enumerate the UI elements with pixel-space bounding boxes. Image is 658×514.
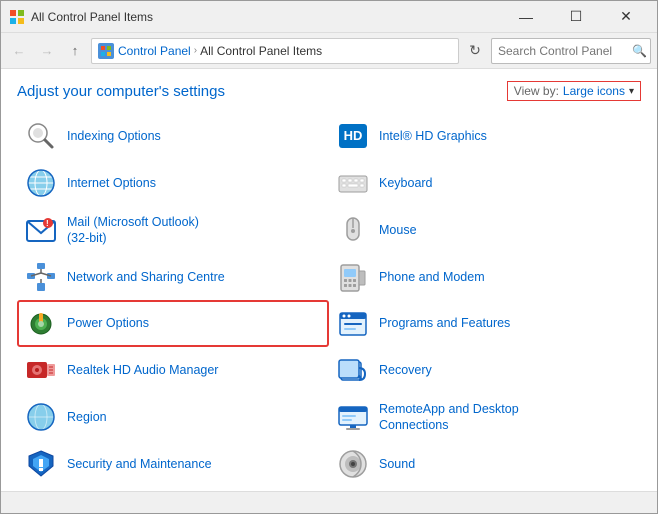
- search-input[interactable]: [491, 38, 651, 64]
- mail-label: Mail (Microsoft Outlook)(32-bit): [67, 214, 199, 247]
- mail-icon: !: [23, 212, 59, 248]
- content-header: Adjust your computer's settings View by:…: [1, 69, 657, 109]
- maximize-button[interactable]: ☐: [553, 2, 599, 32]
- internet-options-icon: [23, 165, 59, 201]
- minimize-button[interactable]: —: [503, 2, 549, 32]
- network-sharing-label: Network and Sharing Centre: [67, 269, 225, 285]
- network-sharing-icon: [23, 259, 59, 295]
- recovery-icon: [335, 352, 371, 388]
- region-icon: [23, 399, 59, 435]
- list-item[interactable]: Indexing Options: [17, 113, 329, 160]
- list-item[interactable]: HD Intel® HD Graphics: [329, 113, 641, 160]
- window-title: All Control Panel Items: [31, 10, 503, 24]
- svg-text:HD: HD: [344, 128, 363, 143]
- items-container: Indexing Options Interne: [1, 109, 657, 491]
- path-part-2: All Control Panel Items: [200, 44, 322, 58]
- power-options-icon: [23, 305, 59, 341]
- list-item[interactable]: Power Options: [17, 300, 329, 347]
- view-by-control[interactable]: View by: Large icons ▾: [507, 81, 641, 101]
- status-bar: [1, 491, 657, 513]
- address-bar: ← → ↑ Control Panel › All Control Panel …: [1, 33, 657, 69]
- refresh-button[interactable]: ↻: [463, 39, 487, 63]
- intel-hd-graphics-icon: HD: [335, 118, 371, 154]
- remoteapp-label: RemoteApp and DesktopConnections: [379, 401, 519, 434]
- address-path[interactable]: Control Panel › All Control Panel Items: [91, 38, 459, 64]
- indexing-options-label: Indexing Options: [67, 128, 161, 144]
- programs-features-label: Programs and Features: [379, 315, 510, 331]
- power-options-label: Power Options: [67, 315, 149, 331]
- region-label: Region: [67, 409, 107, 425]
- list-item[interactable]: Phone and Modem: [329, 253, 641, 300]
- main-window: All Control Panel Items — ☐ ✕ ← → ↑ Cont…: [0, 0, 658, 514]
- keyboard-label: Keyboard: [379, 175, 433, 191]
- phone-modem-label: Phone and Modem: [379, 269, 485, 285]
- internet-options-label: Internet Options: [67, 175, 156, 191]
- list-item[interactable]: Programs and Features: [329, 300, 641, 347]
- path-icon: [98, 43, 114, 59]
- up-button[interactable]: ↑: [63, 39, 87, 63]
- phone-modem-icon: [335, 259, 371, 295]
- list-item[interactable]: ! Mail (Microsoft Outlook)(32-bit): [17, 207, 329, 254]
- realtek-audio-icon: [23, 352, 59, 388]
- viewby-value: Large icons: [563, 84, 625, 98]
- path-part-1: Control Panel: [118, 44, 191, 58]
- security-maintenance-icon: [23, 446, 59, 482]
- intel-hd-graphics-label: Intel® HD Graphics: [379, 128, 487, 144]
- left-column: Indexing Options Interne: [17, 113, 329, 487]
- viewby-label: View by:: [514, 84, 559, 98]
- adjust-settings-text: Adjust your computer's settings: [17, 83, 225, 100]
- indexing-options-icon: [23, 118, 59, 154]
- back-button[interactable]: ←: [7, 39, 31, 63]
- remoteapp-icon: [335, 399, 371, 435]
- mouse-label: Mouse: [379, 222, 417, 238]
- list-item[interactable]: Recovery: [329, 347, 641, 394]
- mouse-icon: [335, 212, 371, 248]
- close-button[interactable]: ✕: [603, 2, 649, 32]
- content-area: Adjust your computer's settings View by:…: [1, 69, 657, 491]
- forward-button[interactable]: →: [35, 39, 59, 63]
- programs-features-icon: [335, 305, 371, 341]
- window-controls: — ☐ ✕: [503, 2, 649, 32]
- title-bar: All Control Panel Items — ☐ ✕: [1, 1, 657, 33]
- list-item[interactable]: Network and Sharing Centre: [17, 253, 329, 300]
- window-icon: [9, 9, 25, 25]
- realtek-audio-label: Realtek HD Audio Manager: [67, 362, 218, 378]
- svg-text:!: !: [46, 219, 49, 228]
- search-wrapper: 🔍: [491, 38, 651, 64]
- viewby-chevron-icon: ▾: [629, 86, 634, 97]
- security-maintenance-label: Security and Maintenance: [67, 456, 212, 472]
- sound-label: Sound: [379, 456, 415, 472]
- right-column: HD Intel® HD Graphics: [329, 113, 641, 487]
- list-item[interactable]: Region: [17, 394, 329, 441]
- list-item[interactable]: RemoteApp and DesktopConnections: [329, 394, 641, 441]
- path-separator: ›: [194, 45, 197, 56]
- list-item[interactable]: Realtek HD Audio Manager: [17, 347, 329, 394]
- list-item[interactable]: Mouse: [329, 207, 641, 254]
- list-item[interactable]: Security and Maintenance: [17, 440, 329, 487]
- keyboard-icon: [335, 165, 371, 201]
- sound-icon: [335, 446, 371, 482]
- search-icon[interactable]: 🔍: [632, 44, 647, 58]
- list-item[interactable]: Sound: [329, 440, 641, 487]
- list-item[interactable]: Keyboard: [329, 160, 641, 207]
- recovery-label: Recovery: [379, 362, 432, 378]
- list-item[interactable]: Internet Options: [17, 160, 329, 207]
